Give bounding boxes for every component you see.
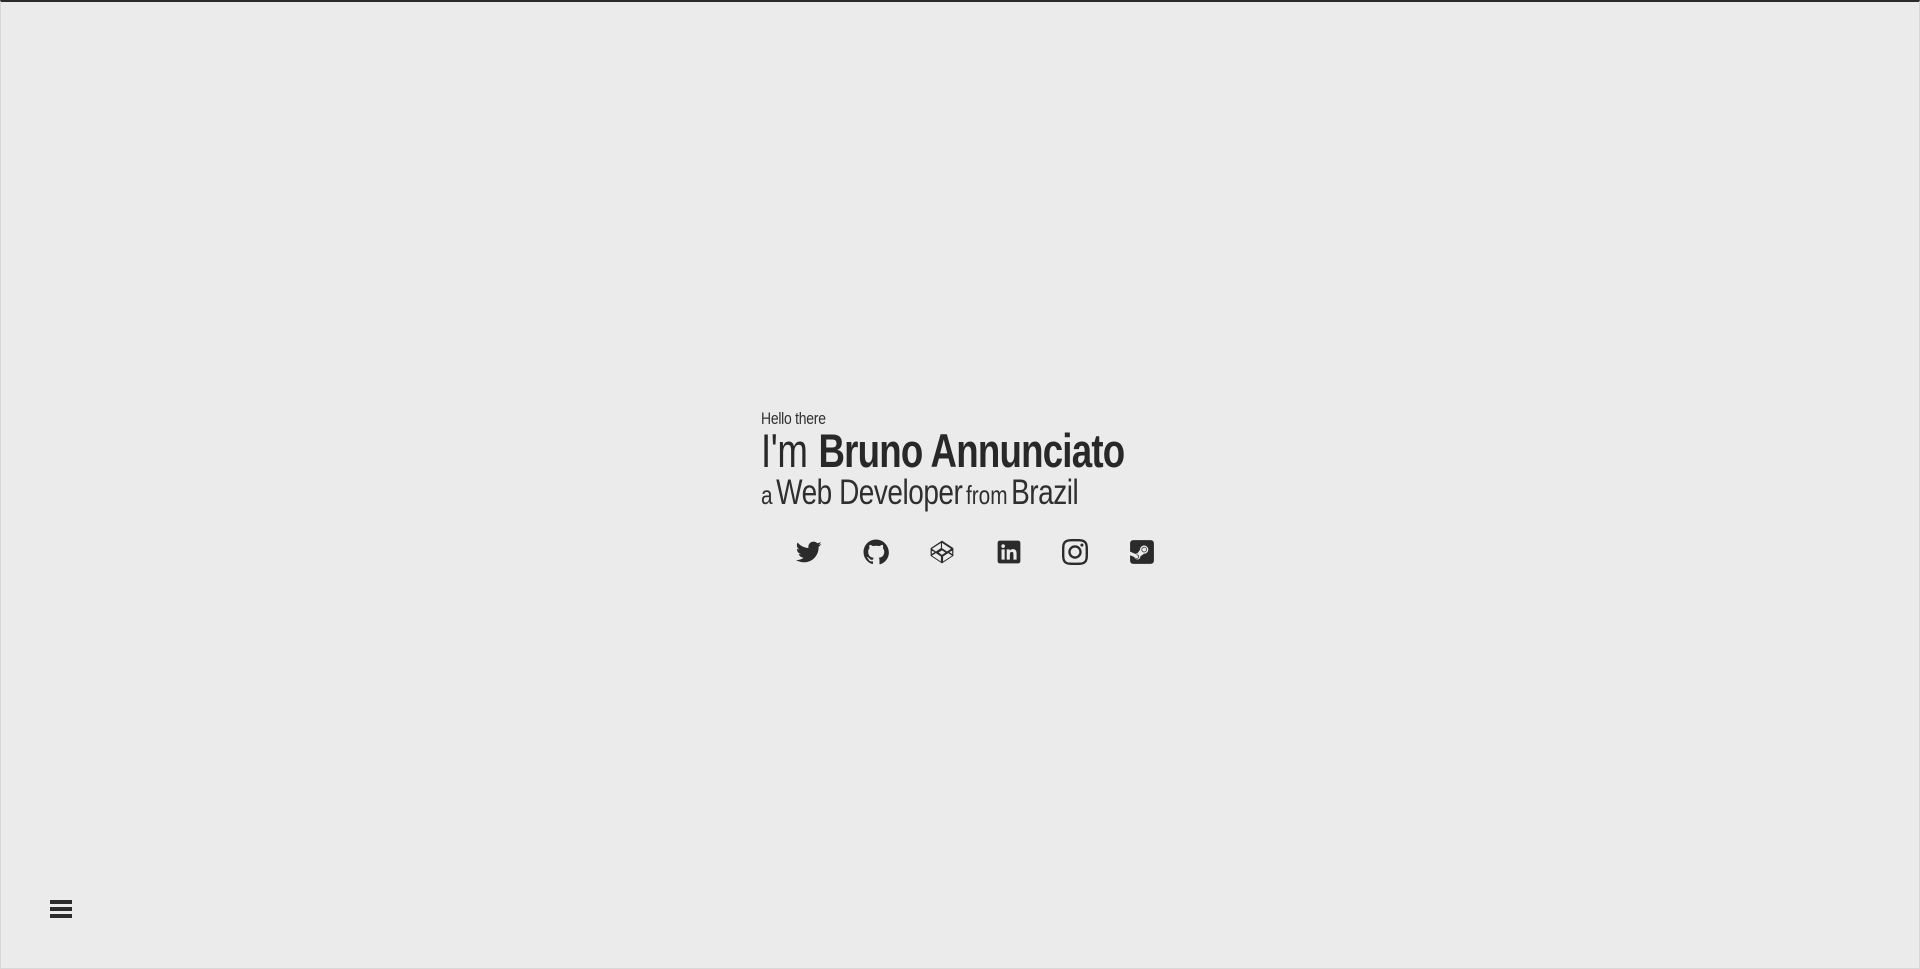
intro-section: Hello there I'm Bruno Annunciato a Web De…: [761, 410, 1181, 519]
tagline-role: Web Developer: [776, 473, 963, 512]
linkedin-link[interactable]: [976, 534, 1043, 570]
headline-prefix: I'm: [761, 424, 808, 477]
instagram-icon: [1062, 539, 1089, 565]
twitter-link[interactable]: [776, 534, 843, 570]
tagline: a Web Developer from Brazil: [761, 474, 1097, 519]
menu-bar-top: [50, 900, 72, 904]
owner-name: Bruno Annunciato: [818, 424, 1125, 477]
steam-icon: [1129, 540, 1154, 564]
headline: I'm Bruno Annunciato: [761, 427, 1125, 474]
codepen-link[interactable]: [909, 534, 976, 570]
codepen-icon: [930, 540, 954, 564]
hamburger-menu-icon[interactable]: [50, 898, 74, 920]
social-links: [776, 534, 1175, 570]
tagline-article: a: [761, 480, 773, 510]
menu-bar-middle: [50, 907, 72, 911]
menu-bar-bottom: [50, 914, 72, 918]
steam-link[interactable]: [1109, 534, 1176, 570]
github-link[interactable]: [843, 534, 910, 570]
tagline-place: Brazil: [1011, 473, 1079, 512]
tagline-from: from: [965, 480, 1008, 510]
twitter-icon: [796, 541, 822, 563]
linkedin-icon: [997, 540, 1021, 564]
github-icon: [863, 539, 889, 565]
instagram-link[interactable]: [1042, 534, 1109, 570]
